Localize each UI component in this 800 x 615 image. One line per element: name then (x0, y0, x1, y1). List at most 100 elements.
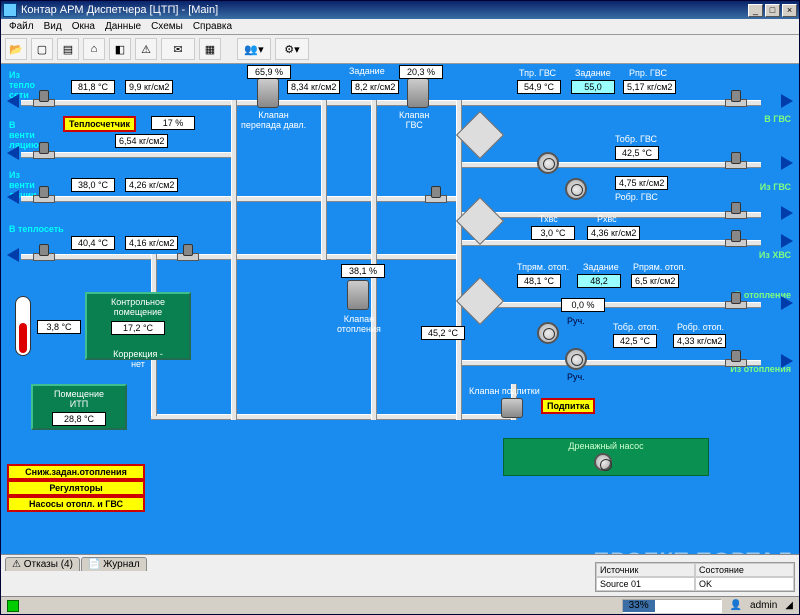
maximize-button[interactable]: □ (765, 4, 780, 17)
cap-tprgvs: Тпр. ГВС (519, 68, 556, 78)
col-state: Состояние (695, 563, 794, 577)
menu-file[interactable]: Файл (5, 20, 38, 33)
settings-icon[interactable]: ⚙▾ (275, 38, 309, 60)
btn-nasos[interactable]: Насосы отопл. и ГВС (7, 496, 145, 512)
lbl-v-teploset: В теплосеть (9, 224, 64, 234)
val-tobrgvs: 42,5 °C (615, 146, 659, 160)
cap-zad3: Задание (583, 262, 619, 272)
valve-3[interactable] (29, 186, 57, 208)
pump-otop-1[interactable] (537, 322, 559, 344)
cap-txvs: Тхвс (539, 214, 558, 224)
app-icon (3, 3, 17, 17)
control-room-t: 17,2 °C (111, 321, 165, 335)
valve-r5[interactable] (721, 292, 749, 314)
valve-1[interactable] (29, 90, 57, 112)
menu-help[interactable]: Справка (189, 20, 236, 33)
klapan-perepada[interactable] (257, 78, 279, 108)
users-icon[interactable]: 👥▾ (237, 38, 271, 60)
source-table: Источник Состояние Source 01 OK (595, 562, 795, 592)
arrow-out-ts (7, 248, 19, 262)
pump-otop-2[interactable] (565, 348, 587, 370)
pump-dren[interactable] (594, 453, 612, 471)
val-pctgvs: 20,3 % (399, 65, 443, 79)
control-room-title: Контрольноепомещение (90, 297, 186, 317)
val-pxvs: 4,36 кг/см2 (587, 226, 640, 240)
arrow-in-vent (7, 190, 19, 204)
valve-r3[interactable] (721, 202, 749, 224)
progress-pct: 33% (629, 600, 649, 611)
valve-4[interactable] (29, 244, 57, 266)
cap-klapan-pod: Клапан подпитки (469, 386, 540, 396)
tab-journal[interactable]: 📄 Журнал (81, 557, 147, 571)
btn-sni[interactable]: Сниж.задан.отопления (7, 464, 145, 480)
cap-pprgvs: Рпр. ГВС (629, 68, 667, 78)
cap-klapan-gvs: КлапанГВС (399, 110, 429, 130)
cap-ruch2: Руч. (567, 372, 585, 382)
pump-gvs-1[interactable] (537, 152, 559, 174)
val-tpram: 48,1 °C (517, 274, 561, 288)
val-tvent: 38,0 °C (71, 178, 115, 192)
val-t-in: 81,8 °C (71, 80, 115, 94)
klapan-gvs[interactable] (407, 78, 429, 108)
tab-otkazy[interactable]: ⚠ Отказы (4) (5, 557, 80, 571)
cap-pobrotop: Робр. отоп. (677, 322, 724, 332)
klapan-podpitki[interactable] (501, 398, 523, 418)
open-icon[interactable]: 📂 (5, 38, 27, 60)
toolbar: 📂 ▢ ▤ ⌂ ◧ ⚠ ✉ ▦ 👥▾ ⚙▾ (1, 35, 799, 64)
arrow-in-1 (7, 94, 19, 108)
msg-icon[interactable]: ✉ (161, 38, 195, 60)
menu-view[interactable]: Вид (40, 20, 66, 33)
bottom-panel: ⚠ Отказы (4) 📄 Журнал Источник Состояние… (1, 554, 799, 614)
dren-title: Дренажный насос (504, 441, 708, 451)
cap-ppram: Рпрям. отоп. (633, 262, 686, 272)
close-button[interactable]: × (782, 4, 797, 17)
doc2-icon[interactable]: ▤ (57, 38, 79, 60)
val-outdoor: 3,8 °C (37, 320, 81, 334)
val-pret: 4,16 кг/см2 (125, 236, 178, 250)
val-zadotop[interactable]: 48,2 (577, 274, 621, 288)
menu-windows[interactable]: Окна (68, 20, 99, 33)
home-icon[interactable]: ⌂ (83, 38, 105, 60)
arrow-r3 (781, 206, 793, 220)
box-dren: Дренажный насос (503, 438, 709, 476)
browser-icon[interactable]: ◧ (109, 38, 131, 60)
titlebar: Контар АРМ Диспетчера [ЦТП] - [Main] _ □… (1, 1, 799, 19)
pump-gvs-2[interactable] (565, 178, 587, 200)
statusbar: 33% 👤 admin ◢ (1, 596, 799, 614)
doc1-icon[interactable]: ▢ (31, 38, 53, 60)
menu-data[interactable]: Данные (101, 20, 145, 33)
val-pctotop: 38,1 % (341, 264, 385, 278)
col-source: Источник (596, 563, 695, 577)
arrow-r5 (781, 296, 793, 310)
alarm-icon[interactable]: ⚠ (135, 38, 157, 60)
valve-r6[interactable] (721, 350, 749, 372)
klapan-otop[interactable] (347, 280, 369, 310)
val-pvent: 6,54 кг/см2 (115, 134, 168, 148)
valve-r4[interactable] (721, 230, 749, 252)
valve-6[interactable] (421, 186, 449, 208)
cap-pobrgvs: Робр. ГВС (615, 192, 658, 202)
arrow-out-vent (7, 146, 19, 160)
arrow-r1 (781, 94, 793, 108)
btn-reg[interactable]: Регуляторы (7, 480, 145, 496)
val-pct1: 65,9 % (247, 65, 291, 79)
btn-podpitka[interactable]: Подпитка (541, 398, 595, 414)
val-raskhod: 17 % (151, 116, 195, 130)
arrow-r2 (781, 156, 793, 170)
val-pobrotop: 4,33 кг/см2 (673, 334, 726, 348)
val-totop: 45,2 °C (421, 326, 465, 340)
val-pobrgvs: 4,75 кг/см2 (615, 176, 668, 190)
table-icon[interactable]: ▦ (199, 38, 221, 60)
val-zadgvs[interactable]: 55,0 (571, 80, 615, 94)
lbl-iz-xvs: Из ХВС (759, 250, 791, 260)
valve-r1[interactable] (721, 90, 749, 112)
cap-klapan-otop: Клапанотопления (337, 314, 381, 334)
valve-2[interactable] (29, 142, 57, 164)
cap-pxvs: Рхвс (597, 214, 617, 224)
resize-grip-icon[interactable]: ◢ (785, 600, 793, 611)
lbl-v-gvs: В ГВС (764, 114, 791, 124)
btn-teploschetchik[interactable]: Теплосчетчик (63, 116, 136, 132)
minimize-button[interactable]: _ (748, 4, 763, 17)
valve-r2[interactable] (721, 152, 749, 174)
menu-schemes[interactable]: Схемы (147, 20, 187, 33)
